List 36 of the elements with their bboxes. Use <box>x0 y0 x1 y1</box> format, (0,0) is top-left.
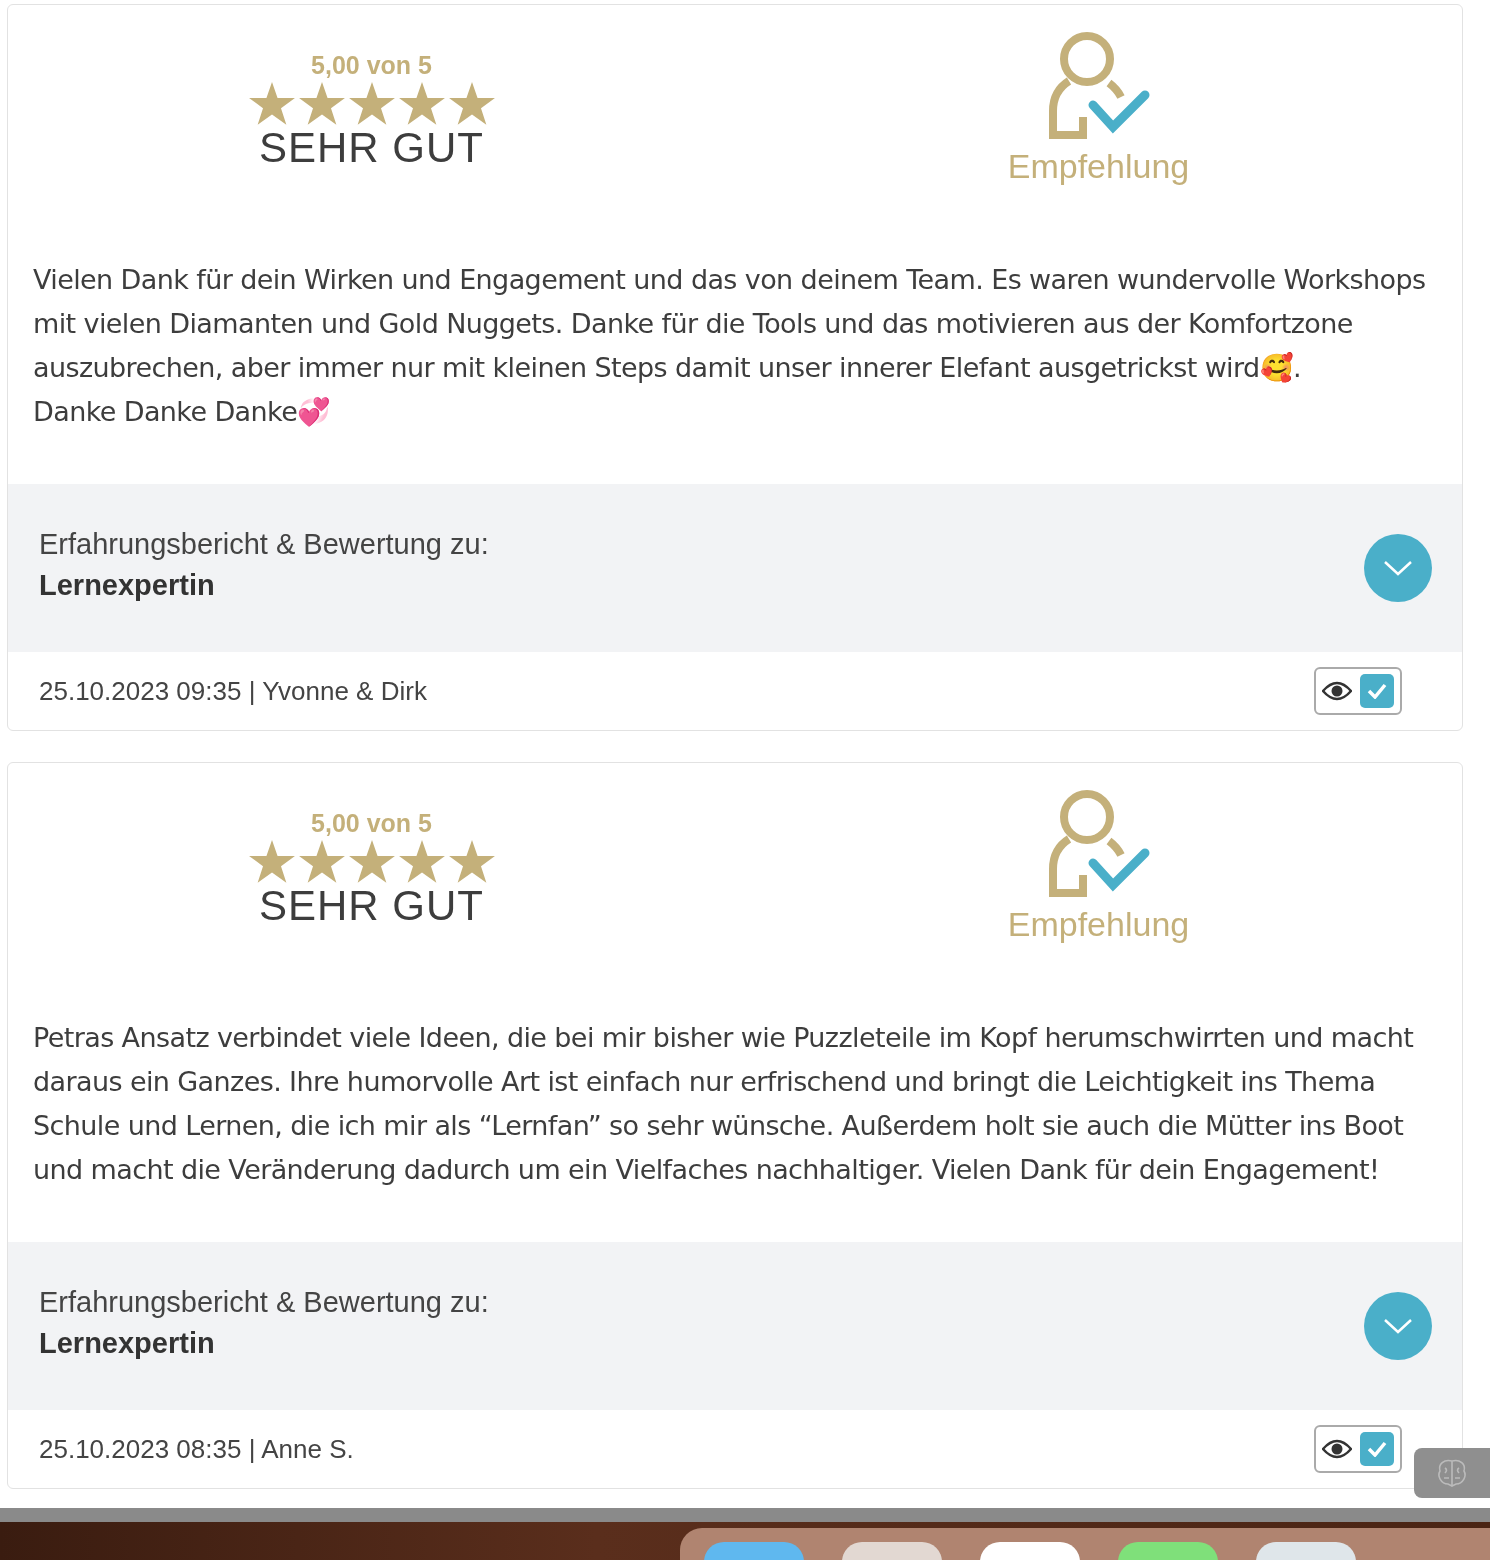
rating-score: 5,00 von 5 <box>311 809 432 838</box>
rating-score: 5,00 von 5 <box>311 51 432 80</box>
eye-icon[interactable] <box>1322 681 1352 701</box>
check-icon <box>1367 1441 1387 1457</box>
brain-icon <box>1436 1458 1468 1488</box>
eye-icon[interactable] <box>1322 1439 1352 1459</box>
person-check-icon <box>1046 29 1151 139</box>
star-icon <box>448 840 495 884</box>
review-text: Petras Ansatz verbindet viele Ideen, die bei mir bisher wie Puzzleteile im Kopf herumschwirrten und macht daraus ein Ganzes. Ihre humorvolle Art ist einfach nur erfrischend und bringt die Leichtigkeit ins Thema Schule und Lernen, die ich mir als “Lernfan” so sehr wünsche. Außerdem holt sie auch die Mütter ins Boot und macht die Veränderung dadurch um ein Vielfaches nachhaltiger. Vielen Dank für dein Engagement! <box>32 1021 1415 1187</box>
review-date-author: 25.10.2023 09:35 | Yvonne & Dirk <box>39 675 427 707</box>
star-icon <box>348 82 395 126</box>
star-icon <box>248 840 295 884</box>
approve-checkbox[interactable] <box>1360 674 1394 708</box>
check-icon <box>1367 683 1387 699</box>
rating-verdict: SEHR GUT <box>259 882 484 930</box>
recommendation-label: Empfehlung <box>1007 147 1190 186</box>
recommendation-label: Empfehlung <box>1007 905 1190 944</box>
star-icon <box>298 840 345 884</box>
chevron-down-icon <box>1382 558 1414 578</box>
subject-name: Lernexpertin <box>39 1327 216 1360</box>
rating-verdict: SEHR GUT <box>259 124 484 172</box>
star-icon <box>448 82 495 126</box>
review-text: Vielen Dank für dein Wirken und Engagement und das von deinem Team. Es waren wundervolle Workshops mit vielen Diamanten und Gold Nuggets. Danke für die Tools und das motivieren aus der Komfortzone auszubrechen, aber immer nur mit kleinen Steps damit unser innerer Elefant ausgetrickst wird🥰. Danke Danke Danke💞 <box>32 263 1427 429</box>
subject-name: Lernexpertin <box>39 569 216 602</box>
star-icon <box>348 840 395 884</box>
star-icon <box>398 840 445 884</box>
brain-button[interactable] <box>1414 1448 1490 1498</box>
approve-checkbox[interactable] <box>1360 1432 1394 1466</box>
subject-label: Erfahrungsbericht & Bewertung zu: <box>39 528 489 561</box>
review-date-author: 25.10.2023 08:35 | Anne S. <box>39 1433 354 1465</box>
star-icon <box>398 82 445 126</box>
subject-label: Erfahrungsbericht & Bewertung zu: <box>39 1286 489 1319</box>
chevron-down-icon <box>1382 1316 1414 1336</box>
star-icon <box>298 82 345 126</box>
person-check-icon <box>1046 787 1151 897</box>
star-icon <box>248 82 295 126</box>
